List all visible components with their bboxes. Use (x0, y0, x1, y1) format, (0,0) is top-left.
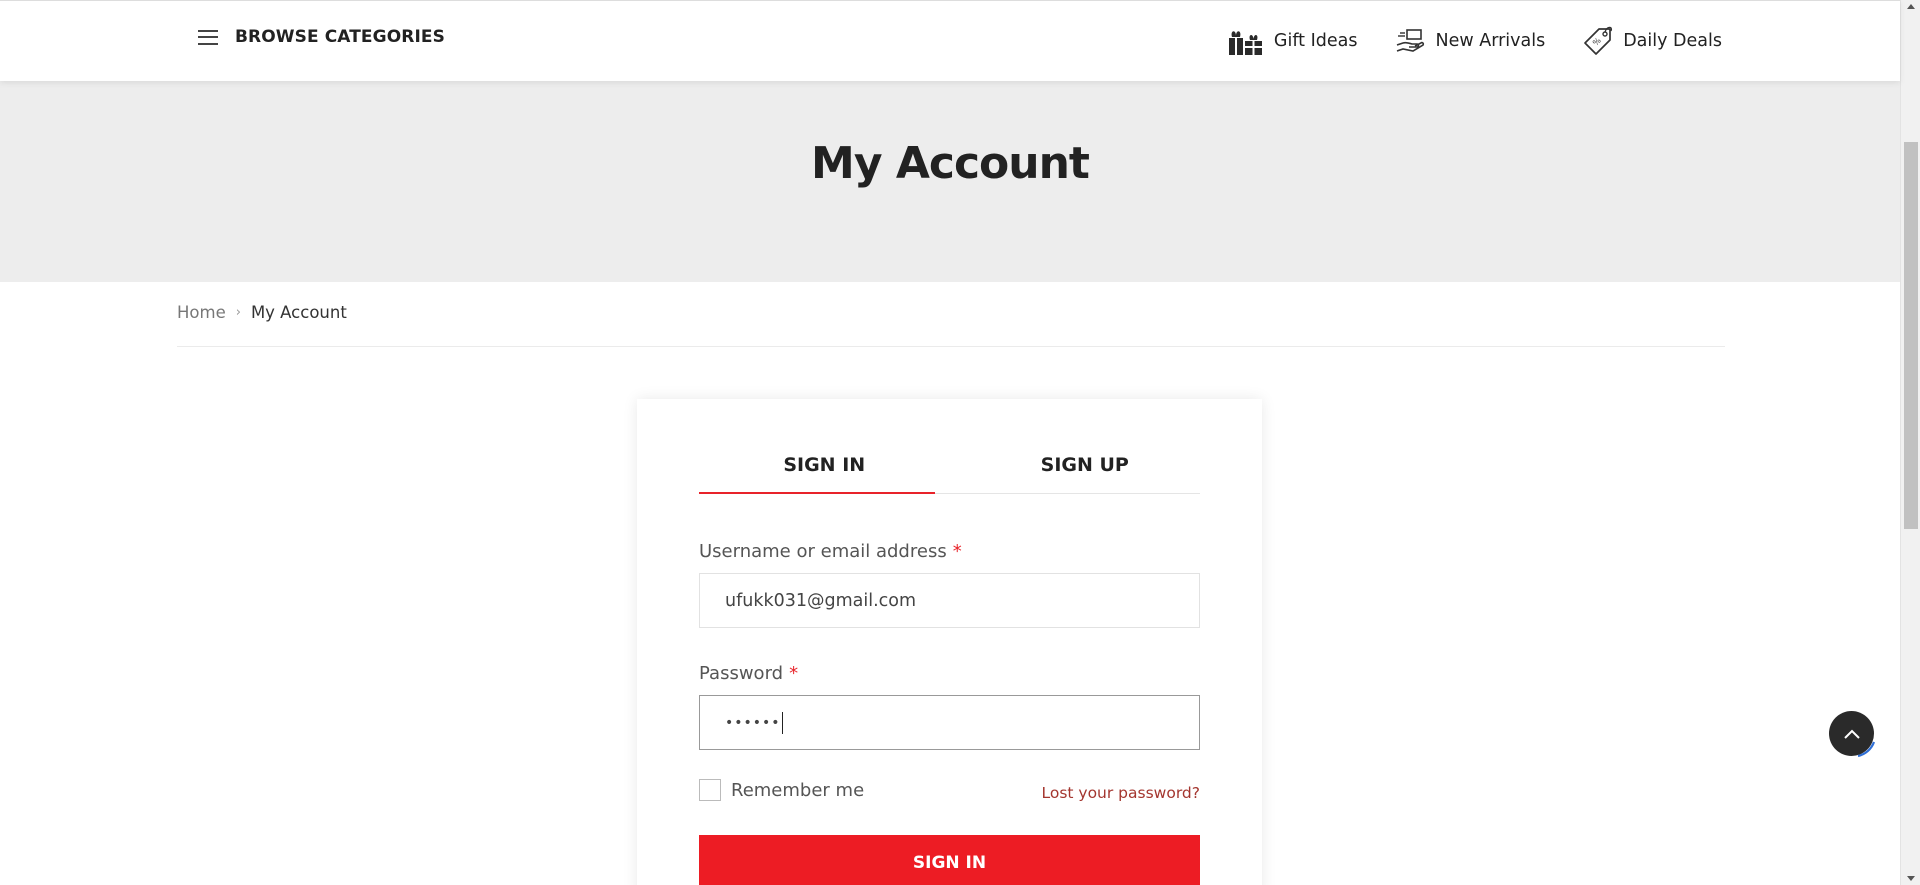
remember-me[interactable]: Remember me (699, 779, 864, 801)
browse-categories-button[interactable]: BROWSE CATEGORIES (198, 27, 445, 47)
chevron-up-icon (1843, 729, 1860, 739)
back-to-top-button[interactable] (1829, 711, 1874, 756)
nav-daily-deals[interactable]: % Daily Deals (1583, 25, 1722, 57)
top-nav-bar: BROWSE CATEGORIES Gift Ideas New Arrival… (0, 0, 1900, 81)
password-value: •••••• (725, 714, 781, 731)
nav-daily-deals-label: Daily Deals (1623, 31, 1722, 51)
breadcrumb-home-link[interactable]: Home (177, 303, 226, 322)
breadcrumb: Home › My Account (177, 303, 347, 322)
tab-sign-in[interactable]: SIGN IN (699, 449, 950, 494)
scrollbar-thumb[interactable] (1904, 142, 1918, 529)
page-hero-banner: My Account (0, 81, 1900, 282)
browse-categories-label: BROWSE CATEGORIES (235, 27, 445, 47)
nav-gift-ideas-label: Gift Ideas (1273, 31, 1358, 51)
hamburger-menu-icon (198, 29, 218, 45)
nav-gift-ideas[interactable]: Gift Ideas (1228, 26, 1358, 56)
gift-icon (1228, 26, 1264, 56)
username-label-text: Username or email address (699, 541, 947, 562)
username-value: ufukk031@gmail.com (725, 590, 917, 611)
sign-in-button[interactable]: SIGN IN (699, 835, 1200, 885)
lost-password-link[interactable]: Lost your password? (1041, 784, 1200, 802)
nav-new-arrivals[interactable]: New Arrivals (1395, 27, 1545, 55)
remember-me-checkbox[interactable] (699, 779, 721, 801)
breadcrumb-divider (177, 346, 1725, 347)
tab-sign-up[interactable]: SIGN UP (950, 449, 1201, 493)
login-card: SIGN IN SIGN UP Username or email addres… (637, 399, 1262, 885)
auth-tabs: SIGN IN SIGN UP (699, 449, 1200, 494)
username-label: Username or email address * (699, 541, 962, 562)
breadcrumb-current: My Account (250, 303, 347, 322)
page-title: My Account (811, 138, 1090, 189)
password-label-text: Password (699, 663, 784, 684)
required-mark: * (952, 541, 962, 562)
svg-text:%: % (1591, 36, 1603, 48)
delivery-hand-icon (1395, 27, 1425, 55)
password-label: Password * (699, 663, 798, 684)
nav-new-arrivals-label: New Arrivals (1435, 31, 1546, 51)
remember-me-label: Remember me (731, 779, 865, 801)
required-mark: * (789, 663, 799, 684)
chevron-right-icon: › (235, 305, 241, 320)
username-input[interactable]: ufukk031@gmail.com (699, 573, 1200, 628)
header-nav-links: Gift Ideas New Arrivals % Daily Deals (1228, 25, 1722, 57)
scroll-down-arrow-icon[interactable] (1907, 876, 1915, 881)
text-caret (781, 711, 783, 734)
password-input[interactable]: •••••• (699, 695, 1200, 750)
scroll-up-arrow-icon[interactable] (1907, 4, 1915, 9)
page-scrollbar[interactable] (1900, 0, 1920, 885)
price-tag-icon: % (1583, 25, 1613, 57)
